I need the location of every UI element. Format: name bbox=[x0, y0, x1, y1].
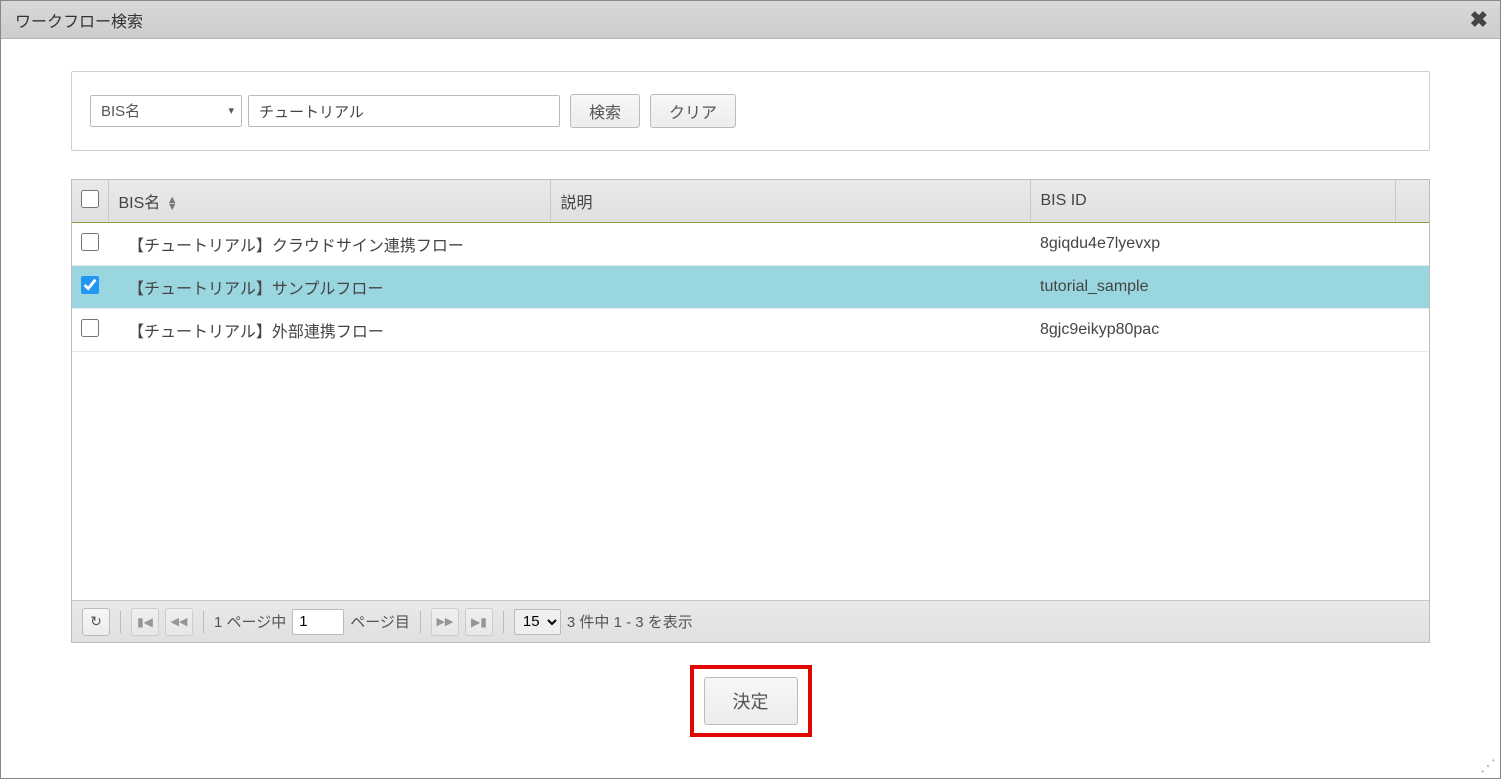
pager-sep bbox=[420, 611, 421, 633]
workflow-search-dialog: ワークフロー検索 ✖ BIS名 ▾ 検索 クリア bbox=[0, 0, 1501, 779]
cell-bis-name: 【チュートリアル】外部連携フロー bbox=[108, 309, 550, 352]
pager: ↻ ▮◀ ◀◀ 1 ページ中 ページ目 ▶▶ ▶▮ 15 3 件中 1 - 3 … bbox=[72, 600, 1429, 642]
last-page-button[interactable]: ▶▮ bbox=[465, 608, 493, 636]
row-checkbox-cell bbox=[72, 223, 108, 266]
table-header-row: BIS名 ▲▼ 説明 BIS ID bbox=[72, 180, 1429, 222]
refresh-button[interactable]: ↻ bbox=[82, 608, 110, 636]
results-table: BIS名 ▲▼ 説明 BIS ID bbox=[72, 180, 1429, 222]
pager-sep bbox=[120, 611, 121, 633]
cell-bis-id: 8giqdu4e7lyevxp bbox=[1030, 223, 1395, 266]
header-bis-name-label: BIS名 bbox=[119, 195, 161, 212]
cell-spacer bbox=[1395, 266, 1429, 309]
table-row[interactable]: 【チュートリアル】クラウドサイン連携フロー 8giqdu4e7lyevxp bbox=[72, 223, 1429, 266]
decide-button[interactable]: 決定 bbox=[704, 677, 798, 725]
clear-button[interactable]: クリア bbox=[650, 94, 736, 128]
grid-area: BIS名 ▲▼ 説明 BIS ID 【チュートリアル】クラウドサイン連携フロー 8… bbox=[71, 179, 1430, 643]
resize-grip-icon[interactable]: ⋰ bbox=[1480, 756, 1496, 776]
close-icon[interactable]: ✖ bbox=[1470, 7, 1488, 33]
table-row[interactable]: 【チュートリアル】サンプルフロー tutorial_sample bbox=[72, 266, 1429, 309]
pager-sep bbox=[503, 611, 504, 633]
table-row[interactable]: 【チュートリアル】外部連携フロー 8gjc9eikyp80pac bbox=[72, 309, 1429, 352]
cell-bis-id: 8gjc9eikyp80pac bbox=[1030, 309, 1395, 352]
cell-spacer bbox=[1395, 309, 1429, 352]
header-spacer bbox=[1395, 180, 1429, 222]
cell-desc bbox=[550, 223, 1030, 266]
titlebar: ワークフロー検索 ✖ bbox=[1, 1, 1500, 39]
page-number-input[interactable] bbox=[292, 609, 344, 635]
search-field-select[interactable]: BIS名 bbox=[90, 95, 242, 127]
row-checkbox-cell bbox=[72, 266, 108, 309]
cell-bis-name: 【チュートリアル】サンプルフロー bbox=[108, 266, 550, 309]
pager-summary: 3 件中 1 - 3 を表示 bbox=[567, 611, 693, 632]
footer: 決定 bbox=[71, 665, 1430, 737]
sort-icon: ▲▼ bbox=[167, 197, 178, 211]
first-page-button[interactable]: ▮◀ bbox=[131, 608, 159, 636]
next-page-button[interactable]: ▶▶ bbox=[431, 608, 459, 636]
row-checkbox-cell bbox=[72, 309, 108, 352]
grid-scroll: 【チュートリアル】クラウドサイン連携フロー8giqdu4e7lyevxp【チュー… bbox=[72, 222, 1429, 600]
cell-desc bbox=[550, 266, 1030, 309]
row-checkbox[interactable] bbox=[81, 319, 99, 337]
cell-desc bbox=[550, 309, 1030, 352]
select-all-checkbox[interactable] bbox=[81, 190, 99, 208]
pager-sep bbox=[203, 611, 204, 633]
pager-prefix: 1 ページ中 bbox=[214, 611, 286, 632]
cell-bis-name: 【チュートリアル】クラウドサイン連携フロー bbox=[108, 223, 550, 266]
decide-highlight: 決定 bbox=[690, 665, 812, 737]
row-checkbox[interactable] bbox=[81, 233, 99, 251]
pager-suffix: ページ目 bbox=[350, 611, 410, 632]
cell-spacer bbox=[1395, 223, 1429, 266]
search-button[interactable]: 検索 bbox=[570, 94, 640, 128]
search-panel: BIS名 ▾ 検索 クリア bbox=[71, 71, 1430, 151]
page-size-select[interactable]: 15 bbox=[514, 609, 561, 635]
dialog-title: ワークフロー検索 bbox=[15, 8, 143, 32]
header-bis-id[interactable]: BIS ID bbox=[1030, 180, 1395, 222]
prev-page-button[interactable]: ◀◀ bbox=[165, 608, 193, 636]
header-bis-name[interactable]: BIS名 ▲▼ bbox=[108, 180, 550, 222]
search-input[interactable] bbox=[248, 95, 560, 127]
header-select-all bbox=[72, 180, 108, 222]
header-desc[interactable]: 説明 bbox=[550, 180, 1030, 222]
row-checkbox[interactable] bbox=[81, 276, 99, 294]
content-area: BIS名 ▾ 検索 クリア BIS名 ▲▼ bbox=[1, 39, 1500, 751]
cell-bis-id: tutorial_sample bbox=[1030, 266, 1395, 309]
refresh-icon: ↻ bbox=[90, 613, 102, 630]
